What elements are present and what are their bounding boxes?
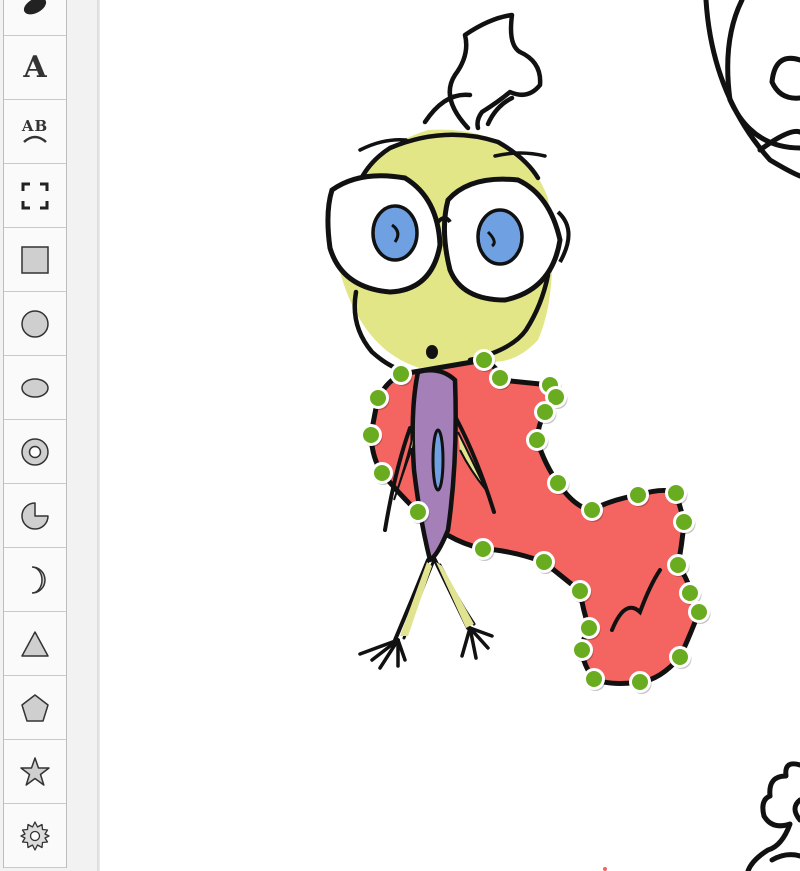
selection-handle[interactable] [669, 646, 691, 668]
partial-character-top-right [703, 0, 800, 179]
ellipse-icon [20, 377, 50, 399]
character-drawing [325, 12, 702, 686]
selection-handle[interactable] [629, 671, 651, 693]
selection-handle[interactable] [547, 472, 569, 494]
partial-character-bottom-right [745, 761, 800, 871]
selection-handle[interactable] [526, 429, 548, 451]
selection-handle[interactable] [583, 668, 605, 690]
color-dot [603, 867, 607, 871]
circle-icon [20, 309, 50, 339]
triangle-icon [20, 630, 50, 658]
selection-handle[interactable] [665, 482, 687, 504]
selection-handle[interactable] [407, 501, 429, 523]
selection-handle[interactable] [533, 551, 555, 573]
tool-pentagon[interactable] [4, 676, 66, 740]
selection-handle[interactable] [673, 511, 695, 533]
selection-handle[interactable] [679, 582, 701, 604]
selection-handle[interactable] [360, 424, 382, 446]
crescent-icon [20, 565, 50, 595]
selection-handle[interactable] [473, 349, 495, 371]
selection-handle[interactable] [371, 462, 393, 484]
selection-handle[interactable] [534, 401, 556, 423]
tool-frame[interactable] [4, 164, 66, 228]
selection-handle[interactable] [569, 580, 591, 602]
selection-handle[interactable] [667, 554, 689, 576]
selection-handle[interactable] [472, 538, 494, 560]
text-icon: A [23, 50, 47, 85]
tool-gear[interactable] [4, 804, 66, 868]
tool-warp-text[interactable]: AB [4, 100, 66, 164]
selection-handle[interactable] [688, 601, 710, 623]
drawing-canvas[interactable] [100, 0, 800, 871]
canvas-drawing [325, 0, 800, 871]
warp-text-icon: AB [22, 119, 48, 144]
pentagon-icon [20, 693, 50, 723]
tool-star[interactable] [4, 740, 66, 804]
selection-handle[interactable] [390, 363, 412, 385]
brush-icon [20, 0, 50, 16]
pie-icon [20, 501, 50, 531]
square-icon [20, 245, 50, 275]
tool-brush[interactable] [4, 0, 66, 36]
ring-icon [20, 437, 50, 467]
frame-icon [21, 182, 49, 210]
tool-ellipse[interactable] [4, 356, 66, 420]
tool-pie[interactable] [4, 484, 66, 548]
selection-handle[interactable] [367, 387, 389, 409]
tool-circle[interactable] [4, 292, 66, 356]
shape-toolbar: A AB [0, 0, 100, 871]
tool-crescent[interactable] [4, 548, 66, 612]
hair [422, 12, 543, 131]
selection-handle[interactable] [627, 484, 649, 506]
tool-triangle[interactable] [4, 612, 66, 676]
selection-handle[interactable] [581, 499, 603, 521]
selection-handle[interactable] [489, 367, 511, 389]
tool-ring[interactable] [4, 420, 66, 484]
selection-handle[interactable] [578, 617, 600, 639]
star-icon [19, 756, 51, 788]
selection-handle[interactable] [571, 639, 593, 661]
tool-square[interactable] [4, 228, 66, 292]
gear-icon [19, 820, 51, 852]
warp-text-label: AB [21, 117, 49, 135]
tool-text[interactable]: A [4, 36, 66, 100]
tool-column: A AB [3, 0, 67, 868]
